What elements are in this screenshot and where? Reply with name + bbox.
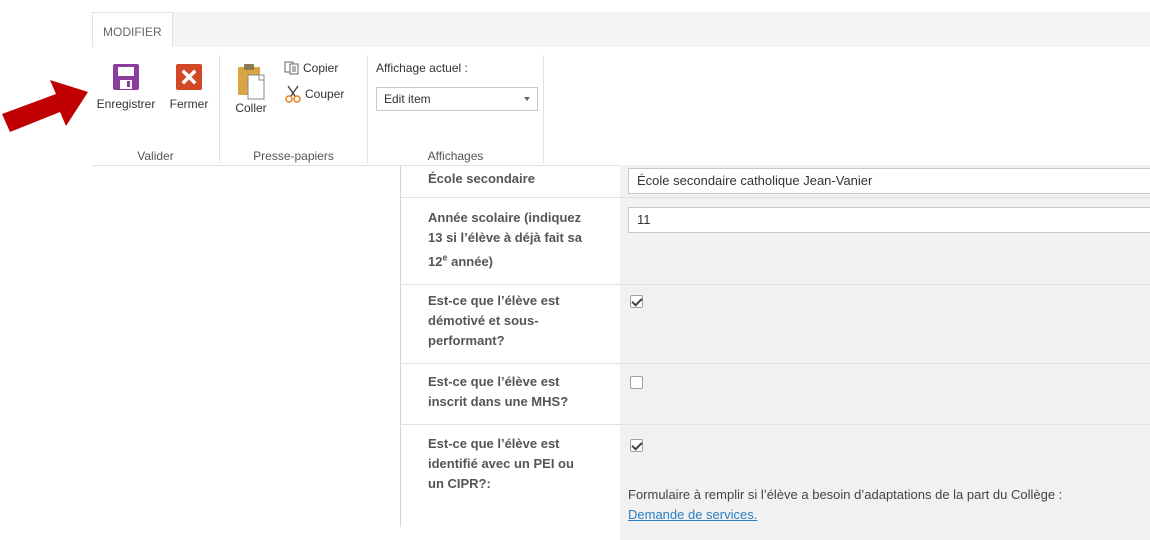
mhs-label-line2: inscrit dans une MHS?: [428, 394, 569, 409]
scissors-icon: [285, 85, 301, 103]
demande-de-services-link[interactable]: Demande de services.: [628, 507, 757, 522]
pei-note: Formulaire à remplir si l’élève a besoin…: [628, 487, 1063, 502]
demotive-checkbox[interactable]: [630, 295, 643, 308]
ribbon-group-valider: Enregistrer Fermer Valider: [92, 55, 220, 163]
field-ecole: École secondaire catholique Jean-Vanier: [620, 165, 1150, 197]
field-label-pei: Est-ce que l’élève est identifié avec un…: [400, 425, 620, 494]
pei-label-line3: un CIPR?:: [428, 476, 491, 491]
field-label-ecole: École secondaire: [428, 171, 535, 186]
pei-label-line2: identifié avec un PEI ou: [428, 456, 574, 471]
tab-modifier[interactable]: MODIFIER: [92, 12, 173, 47]
annee-label-12: 12: [428, 254, 443, 270]
annee-label-annee: année): [447, 254, 493, 270]
form-row-ecole: École secondaire École secondaire cathol…: [400, 165, 1150, 198]
pei-checkbox[interactable]: [630, 439, 643, 452]
current-view-value: Edit item: [384, 92, 431, 106]
ribbon-group-affichages: Affichage actuel : Edit item Affichages: [368, 55, 544, 163]
group-label-affichages: Affichages: [427, 149, 484, 163]
demotive-label-line2: démotivé et sous-: [428, 313, 539, 328]
save-button[interactable]: Enregistrer: [92, 63, 160, 111]
chevron-down-icon: [524, 97, 530, 101]
paste-button-label: Coller: [235, 101, 267, 115]
cut-button[interactable]: Couper: [284, 85, 344, 103]
close-button[interactable]: Fermer: [164, 63, 214, 111]
form-row-annee: Année scolaire (indiquez 13 si l’élève à…: [400, 198, 1150, 285]
field-pei: Formulaire à remplir si l’élève a besoin…: [620, 425, 1150, 540]
form-row-mhs: Est-ce que l’élève est inscrit dans une …: [400, 364, 1150, 425]
paste-button[interactable]: Coller: [230, 63, 272, 115]
annee-label-line1: Année scolaire (indiquez: [428, 210, 582, 225]
annee-label-line3: 12e année): [428, 253, 493, 270]
form-row-demotive: Est-ce que l’élève est démotivé et sous-…: [400, 285, 1150, 364]
field-demotive: [620, 285, 1150, 363]
group-label-presse-papiers: Presse-papiers: [253, 149, 334, 163]
demotive-label-line1: Est-ce que l’élève est: [428, 293, 560, 308]
pei-label-line1: Est-ce que l’élève est: [428, 436, 560, 451]
ribbon: Enregistrer Fermer Valider Coller Copier…: [92, 47, 1150, 166]
close-button-label: Fermer: [169, 97, 209, 111]
field-mhs: [620, 364, 1150, 424]
annee-input[interactable]: 11: [628, 207, 1150, 233]
ecole-input[interactable]: École secondaire catholique Jean-Vanier: [628, 168, 1150, 194]
cut-button-label: Couper: [305, 87, 345, 101]
current-view-label: Affichage actuel :: [376, 61, 468, 75]
copy-icon: [284, 61, 299, 75]
red-pointer-arrow: [2, 80, 88, 132]
edit-item-form: École secondaire École secondaire cathol…: [400, 165, 1150, 540]
current-view-select[interactable]: Edit item: [376, 87, 538, 111]
group-label-valider: Valider: [137, 149, 174, 163]
save-button-label: Enregistrer: [96, 97, 156, 111]
form-row-pei: Est-ce que l’élève est identifié avec un…: [400, 425, 1150, 540]
copy-button[interactable]: Copier: [284, 61, 338, 75]
close-icon: [176, 64, 202, 90]
demotive-label-line3: performant?: [428, 333, 505, 348]
mhs-label-line1: Est-ce que l’élève est: [428, 374, 560, 389]
field-label-mhs: Est-ce que l’élève est inscrit dans une …: [400, 364, 620, 412]
mhs-checkbox[interactable]: [630, 376, 643, 389]
field-label-annee: Année scolaire (indiquez 13 si l’élève à…: [400, 198, 620, 272]
checkmark-icon: [631, 295, 643, 307]
ribbon-group-presse-papiers: Coller Copier Couper Presse-papiers: [220, 55, 368, 163]
annee-label-line2: 13 si l’élève à déjà fait sa: [428, 230, 582, 245]
checkmark-icon: [631, 439, 643, 451]
save-icon: [113, 64, 139, 90]
ribbon-tab-bar: MODIFIER: [92, 12, 1150, 47]
copy-button-label: Copier: [303, 61, 339, 75]
field-label-demotive: Est-ce que l’élève est démotivé et sous-…: [400, 285, 620, 351]
clipboard-icon: [238, 64, 265, 100]
field-annee: 11: [620, 198, 1150, 284]
